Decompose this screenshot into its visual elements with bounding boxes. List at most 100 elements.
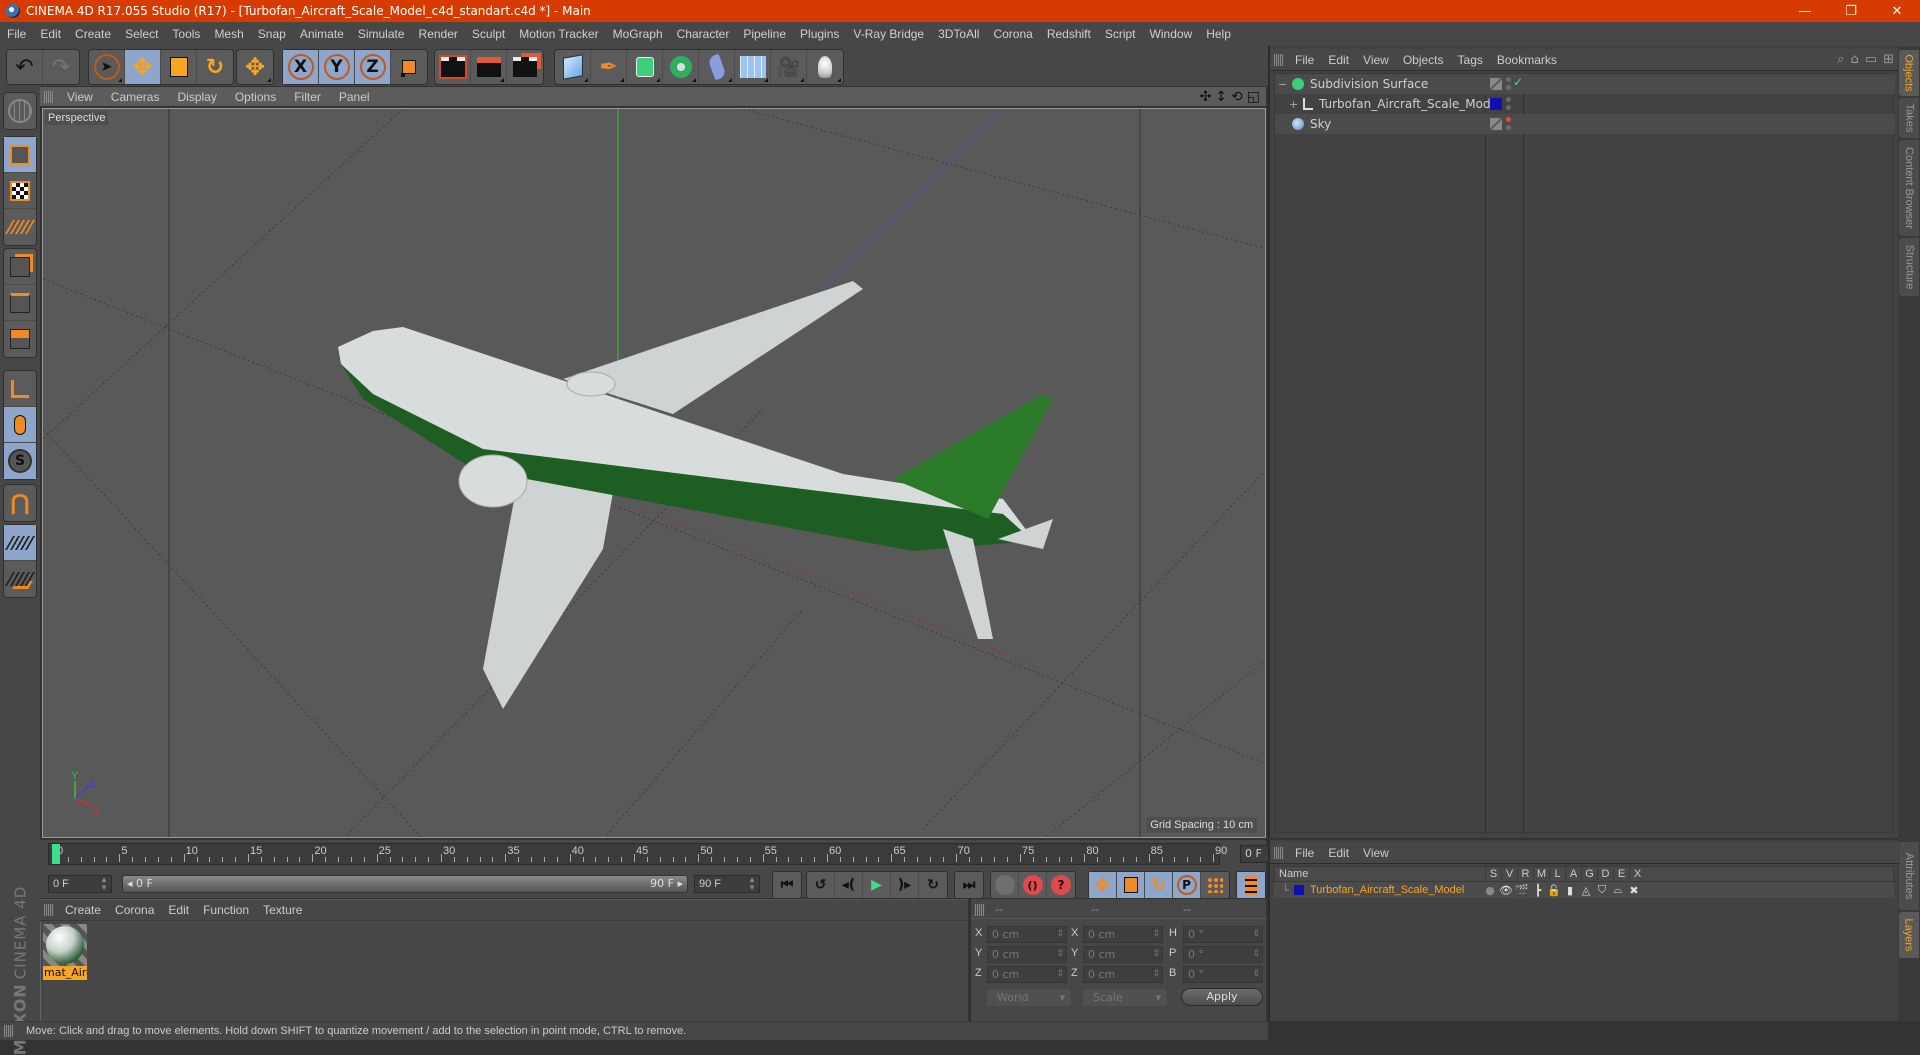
layer-row[interactable]: └ Turbofan_Aircraft_Scale_Model ● 👁 🎬 ┣ … — [1274, 882, 1894, 898]
panel-grip-icon[interactable] — [1274, 846, 1284, 859]
coordinate-mode-dropdown[interactable]: World — [987, 989, 1071, 1006]
panel-grip-icon[interactable] — [4, 1025, 14, 1037]
menu-corona[interactable]: Corona — [986, 27, 1039, 41]
key-rotation-button[interactable]: ↻ — [1145, 872, 1173, 898]
cube-button[interactable] — [555, 50, 591, 84]
minimize-button[interactable]: — — [1782, 0, 1828, 22]
viewport-menu-filter[interactable]: Filter — [285, 90, 330, 104]
collapse-toggle[interactable]: − — [1278, 78, 1292, 91]
enabled-check-icon[interactable]: ✓ — [1513, 75, 1523, 89]
camera-button[interactable]: 🎥 — [771, 50, 807, 84]
size-y-field[interactable]: 0 cm — [1083, 946, 1163, 963]
lock-toggle-icon[interactable]: 🔓 — [1546, 884, 1562, 897]
tab-objects[interactable]: Objects — [1899, 50, 1919, 96]
animation-toggle-icon[interactable]: ▮ — [1562, 884, 1578, 897]
subdivision-button[interactable] — [627, 50, 663, 84]
objects-menu-objects[interactable]: Objects — [1396, 53, 1451, 67]
3d-viewport[interactable]: Y Z X Perspective Grid Spacing : 10 cm — [42, 108, 1266, 838]
end-frame-field[interactable]: 90 F ▲ ▼ — [694, 875, 760, 893]
menu-edit[interactable]: Edit — [33, 27, 68, 41]
layer-color-swatch[interactable] — [1294, 885, 1304, 895]
snapping-button[interactable] — [4, 561, 36, 597]
menu-snap[interactable]: Snap — [251, 27, 293, 41]
layers-menu-file[interactable]: File — [1288, 846, 1321, 860]
object-row-sky[interactable]: Sky — [1275, 114, 1895, 134]
column-generators[interactable]: G — [1581, 868, 1597, 880]
step-forward-button[interactable]: )▸ — [891, 872, 919, 898]
search-icon[interactable]: ⌕ — [1837, 52, 1844, 67]
go-to-end-button[interactable]: ⏭ — [955, 872, 983, 898]
menu-file[interactable]: File — [0, 27, 33, 41]
model-mode-button[interactable] — [4, 137, 36, 173]
layers-menu-view[interactable]: View — [1356, 846, 1396, 860]
column-lock[interactable]: L — [1549, 868, 1565, 880]
viewport-menu-view[interactable]: View — [58, 90, 102, 104]
menu-plugins[interactable]: Plugins — [793, 27, 846, 41]
column-manager[interactable]: M — [1533, 868, 1549, 880]
pos-x-field[interactable]: 0 cm — [987, 926, 1067, 943]
tweak-mode-button[interactable] — [4, 407, 36, 443]
material-item[interactable]: mat_Airc — [43, 924, 87, 980]
key-param-button[interactable]: P — [1173, 872, 1201, 898]
render-picture-viewer-button[interactable] — [471, 50, 507, 84]
objects-menu-tags[interactable]: Tags — [1451, 53, 1490, 67]
render-settings-button[interactable] — [507, 50, 543, 84]
motion-record-button[interactable] — [991, 872, 1019, 898]
key-position-button[interactable]: ✥ — [1089, 872, 1117, 898]
solo-button[interactable]: S — [4, 443, 36, 479]
deformer-button[interactable] — [699, 50, 735, 84]
column-xref[interactable]: X — [1629, 868, 1645, 880]
menu-pipeline[interactable]: Pipeline — [736, 27, 793, 41]
column-animation[interactable]: A — [1565, 868, 1581, 880]
column-expressions[interactable]: E — [1613, 868, 1629, 880]
objects-menu-bookmarks[interactable]: Bookmarks — [1490, 53, 1564, 67]
frame-range-slider[interactable]: ◂ 0 F 90 F ▸ — [122, 875, 688, 893]
floor-button[interactable] — [735, 50, 771, 84]
menu-redshift[interactable]: Redshift — [1040, 27, 1098, 41]
expressions-toggle-icon[interactable]: ⌓ — [1610, 883, 1626, 897]
scale-tool-button[interactable] — [161, 50, 197, 84]
axis-mode-button[interactable] — [4, 371, 36, 407]
render-visibility-dot[interactable] — [1506, 125, 1511, 130]
render-view-button[interactable] — [435, 50, 471, 84]
coordinate-system-button[interactable] — [391, 50, 427, 84]
viewport-menu-panel[interactable]: Panel — [330, 90, 379, 104]
menu-mograph[interactable]: MoGraph — [606, 27, 670, 41]
key-pla-button[interactable] — [1201, 872, 1229, 898]
material-menu-create[interactable]: Create — [58, 903, 108, 917]
menu-3dtoall[interactable]: 3DToAll — [931, 27, 986, 41]
column-name[interactable]: Name — [1275, 868, 1485, 880]
polygons-mode-button[interactable] — [4, 321, 36, 357]
live-move-button[interactable]: ✥ — [237, 50, 273, 84]
objects-menu-file[interactable]: File — [1288, 53, 1321, 67]
maximize-view-icon[interactable]: ◱ — [1247, 89, 1260, 105]
rotate-tool-button[interactable]: ↻ — [197, 50, 233, 84]
dolly-icon[interactable]: ↕ — [1215, 89, 1227, 105]
render-visibility-dot[interactable] — [1506, 105, 1511, 110]
edges-mode-button[interactable] — [4, 285, 36, 321]
menu-render[interactable]: Render — [412, 27, 465, 41]
undo-button[interactable]: ↶ — [7, 50, 43, 84]
apply-button[interactable]: Apply — [1181, 988, 1263, 1006]
menu-character[interactable]: Character — [670, 27, 737, 41]
x-axis-button[interactable]: X — [283, 50, 319, 84]
key-scale-button[interactable] — [1117, 872, 1145, 898]
workplane-mode-button[interactable] — [4, 209, 36, 245]
menu-create[interactable]: Create — [68, 27, 118, 41]
rot-b-field[interactable]: 0 ° — [1183, 966, 1263, 983]
material-menu-edit[interactable]: Edit — [161, 903, 196, 917]
playhead[interactable] — [52, 844, 60, 864]
panel-grip-icon[interactable] — [44, 904, 54, 916]
generators-toggle-icon[interactable]: ◬ — [1578, 884, 1594, 897]
viewport-menu-cameras[interactable]: Cameras — [102, 90, 169, 104]
spinner-icon[interactable]: ▲▼ — [100, 876, 108, 892]
start-frame-field[interactable]: 0 F ▲ ▼ — [48, 875, 112, 893]
panel-grip-icon[interactable] — [1274, 53, 1284, 66]
next-key-button[interactable]: ↻ — [919, 872, 947, 898]
go-to-start-button[interactable]: ⏮ — [773, 872, 801, 898]
transform-mode-dropdown[interactable]: Scale — [1083, 989, 1167, 1006]
column-view[interactable]: V — [1501, 868, 1517, 880]
menu-motion-tracker[interactable]: Motion Tracker — [512, 27, 605, 41]
timeline-ruler[interactable]: 0 5 10 15 20 25 30 35 40 45 50 55 60 65 70 75 80 85 90 — [48, 843, 1227, 865]
tab-layers[interactable]: Layers — [1899, 912, 1919, 958]
